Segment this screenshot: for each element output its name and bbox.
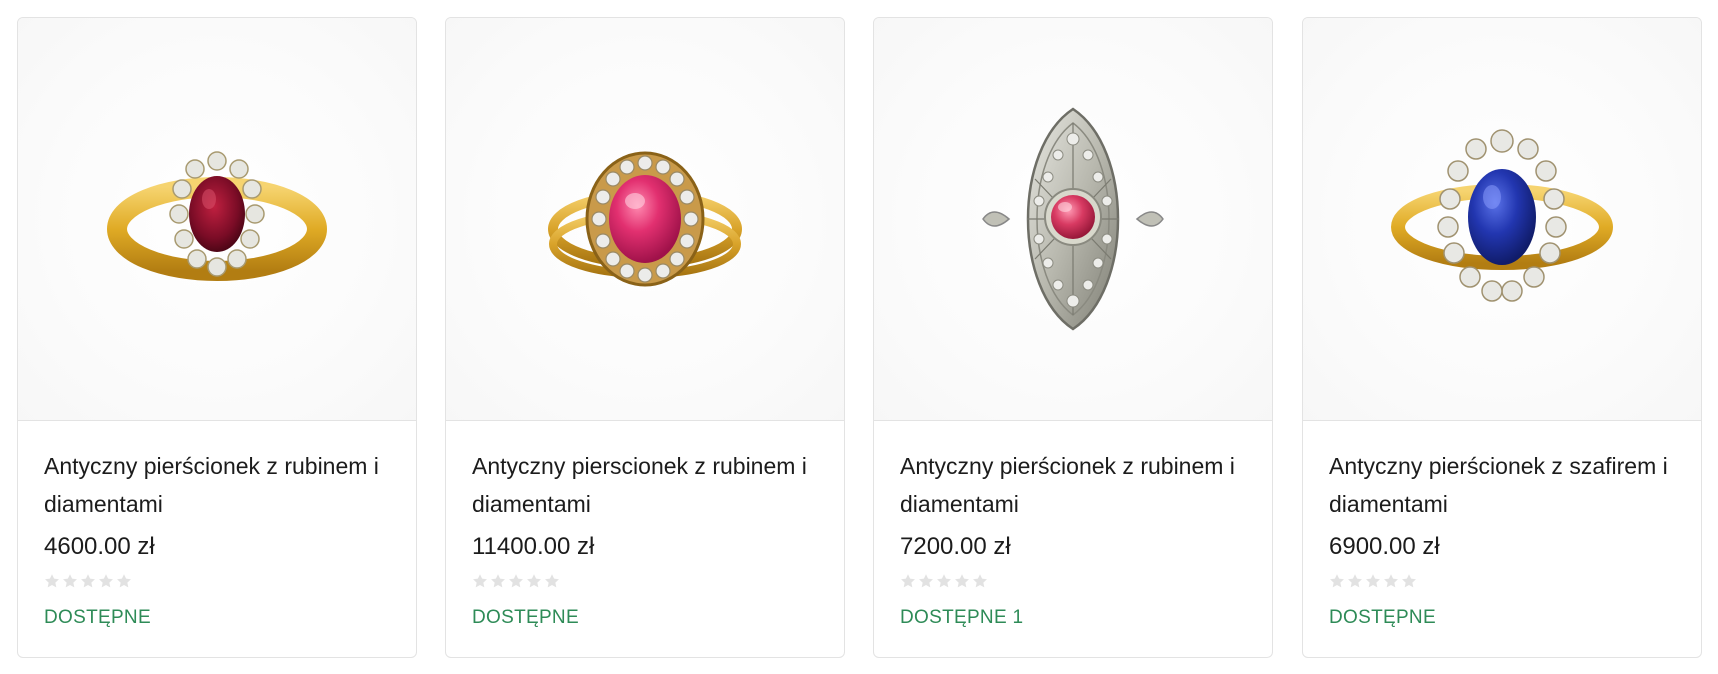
star-empty-icon — [1366, 574, 1380, 588]
star-empty-icon — [1348, 574, 1362, 588]
ring-ruby-cabochon-halo-icon — [548, 151, 742, 287]
ring-ruby-diamond-icon — [107, 151, 327, 281]
rating-stars — [900, 573, 1246, 593]
star-empty-icon — [117, 574, 131, 588]
star-empty-icon — [901, 574, 915, 588]
product-title[interactable]: Antyczny pierscionek z rubinem i diament… — [472, 447, 817, 523]
star-empty-icon — [491, 574, 505, 588]
ring-ruby-navette-icon — [982, 107, 1164, 331]
star-empty-icon — [527, 574, 541, 588]
product-title[interactable]: Antyczny pierścionek z szafirem i diamen… — [1329, 447, 1674, 523]
product-card[interactable]: Antyczny pierscionek z rubinem i diament… — [445, 17, 845, 658]
star-empty-icon — [45, 574, 59, 588]
stock-status: DOSTĘPNE — [1329, 607, 1436, 628]
rating-stars — [1329, 573, 1675, 593]
product-card[interactable]: Antyczny pierścionek z rubinem i diament… — [873, 17, 1273, 658]
rating-stars — [472, 573, 818, 593]
product-card[interactable]: Antyczny pierścionek z szafirem i diamen… — [1302, 17, 1702, 658]
star-empty-icon — [509, 574, 523, 588]
product-card[interactable]: Antyczny pierścionek z rubinem i diament… — [17, 17, 417, 658]
product-title[interactable]: Antyczny pierścionek z rubinem i diament… — [44, 447, 389, 523]
product-price: 4600.00 zł — [44, 533, 155, 560]
star-empty-icon — [473, 574, 487, 588]
product-price: 6900.00 zł — [1329, 533, 1440, 560]
star-empty-icon — [973, 574, 987, 588]
star-empty-icon — [937, 574, 951, 588]
product-title[interactable]: Antyczny pierścionek z rubinem i diament… — [900, 447, 1245, 523]
ring-sapphire-diamond-icon — [1391, 129, 1613, 302]
star-empty-icon — [919, 574, 933, 588]
product-grid: Antyczny pierścionek z rubinem i diament… — [0, 0, 1718, 674]
product-info: Antyczny pierścionek z rubinem i diament… — [18, 421, 416, 629]
product-info: Antyczny pierścionek z szafirem i diamen… — [1303, 421, 1701, 629]
product-info: Antyczny pierscionek z rubinem i diament… — [446, 421, 844, 629]
star-empty-icon — [1384, 574, 1398, 588]
product-image[interactable] — [874, 18, 1272, 421]
star-empty-icon — [955, 574, 969, 588]
product-image[interactable] — [1303, 18, 1701, 421]
star-empty-icon — [99, 574, 113, 588]
star-empty-icon — [1330, 574, 1344, 588]
stock-status: DOSTĘPNE 1 — [900, 607, 1024, 628]
product-info: Antyczny pierścionek z rubinem i diament… — [874, 421, 1272, 629]
stock-status: DOSTĘPNE — [472, 607, 579, 628]
star-empty-icon — [63, 574, 77, 588]
star-empty-icon — [1402, 574, 1416, 588]
product-image[interactable] — [446, 18, 844, 421]
product-image[interactable] — [18, 18, 416, 421]
star-empty-icon — [545, 574, 559, 588]
stock-status: DOSTĘPNE — [44, 607, 151, 628]
product-price: 7200.00 zł — [900, 533, 1011, 560]
product-price: 11400.00 zł — [472, 533, 595, 560]
rating-stars — [44, 573, 390, 593]
star-empty-icon — [81, 574, 95, 588]
